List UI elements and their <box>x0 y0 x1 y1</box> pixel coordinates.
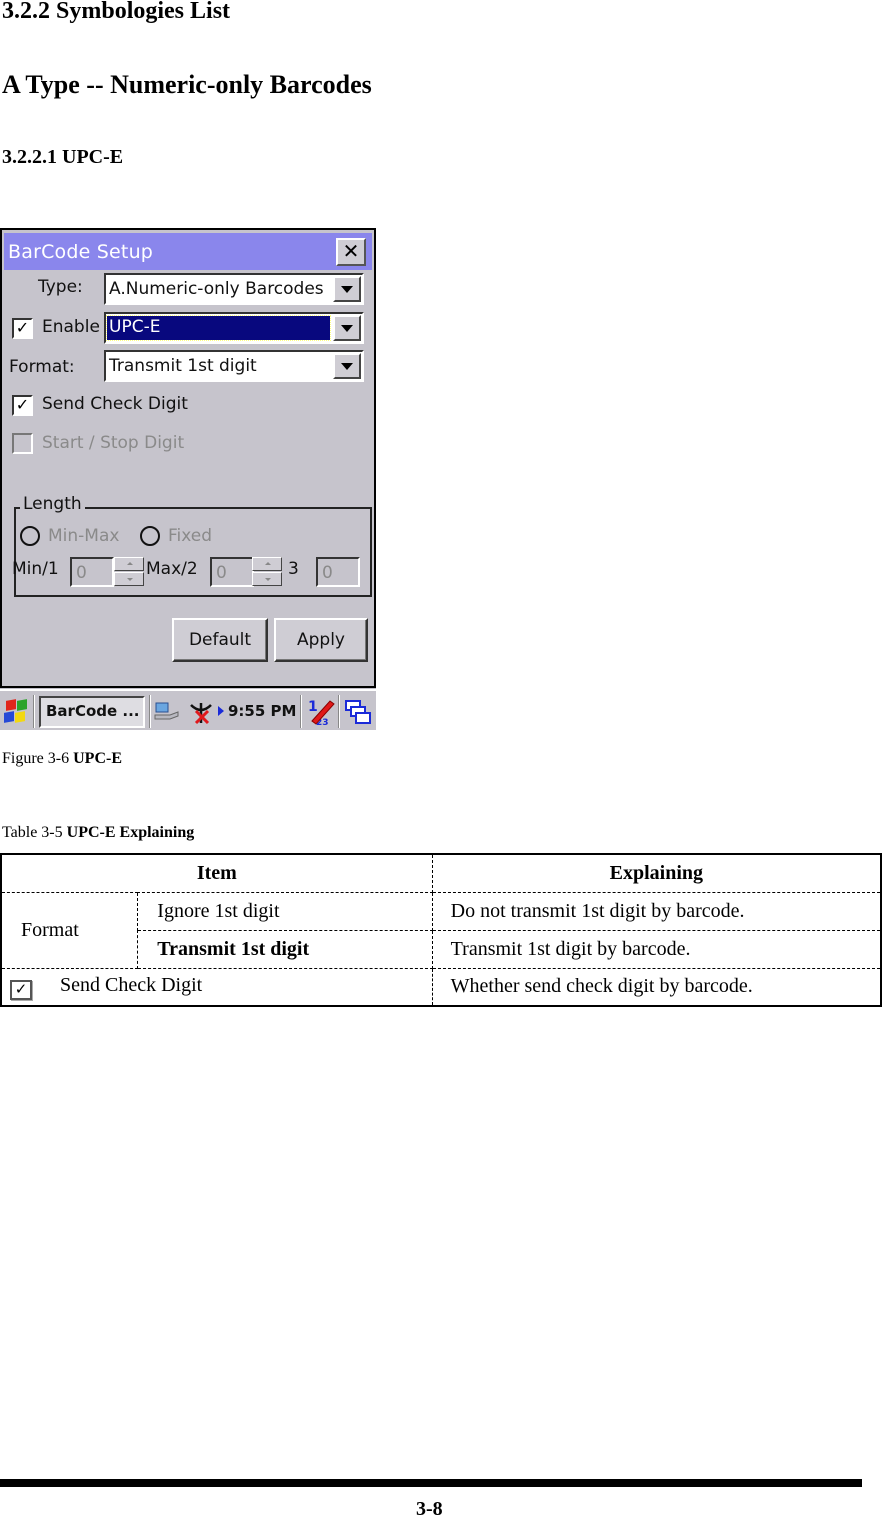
send-check-digit-label: Send Check Digit <box>42 394 188 414</box>
type-label: Type: <box>38 277 83 297</box>
third-input[interactable]: 0 <box>316 557 360 587</box>
chevron-down-icon[interactable] <box>333 353 361 379</box>
min-max-radio[interactable] <box>20 526 40 546</box>
checkbox-icon: ✓ <box>10 979 32 1000</box>
min-spinner[interactable] <box>114 557 144 587</box>
header-explaining: Explaining <box>431 853 882 893</box>
figure-caption-title: UPC-E <box>73 750 122 767</box>
taskbar-separator <box>33 695 35 728</box>
fixed-label: Fixed <box>168 526 213 546</box>
format-dropdown[interactable]: Transmit 1st digit <box>104 350 364 382</box>
table-caption-title: UPC-E Explaining <box>66 824 195 841</box>
spin-up-icon[interactable] <box>114 557 144 571</box>
min-input[interactable]: 0 <box>70 557 114 587</box>
default-button[interactable]: Default <box>172 618 268 662</box>
explaining-cell: Do not transmit 1st digit by barcode. <box>431 891 882 931</box>
option-cell: Ignore 1st digit <box>137 891 433 931</box>
table-caption-prefix: Table 3-5 <box>2 824 67 841</box>
min-label: Min/1 <box>12 559 59 579</box>
figure-caption-prefix: Figure 3-6 <box>2 750 74 767</box>
start-stop-digit-label: Start / Stop Digit <box>42 433 185 453</box>
explaining-table: Item Explaining Format Ignore 1st digit … <box>0 853 882 1007</box>
title-bar: BarCode Setup ✕ <box>4 233 372 270</box>
chevron-down-icon[interactable] <box>333 315 361 341</box>
table-caption: Table 3-5 UPC-E Explaining <box>2 824 194 842</box>
figure-caption: Figure 3-6 UPC-E <box>2 750 122 768</box>
network-icon[interactable] <box>154 701 180 721</box>
section-heading: 3.2.2 Symbologies List <box>2 0 231 24</box>
min-max-label: Min-Max <box>48 526 120 546</box>
explaining-cell: Whether send check digit by barcode. <box>431 967 882 1007</box>
check-icon: ✓ <box>15 395 30 414</box>
type-heading: A Type -- Numeric-only Barcodes <box>2 70 372 99</box>
format-value: Transmit 1st digit <box>109 356 257 376</box>
start-stop-digit-checkbox[interactable] <box>12 433 33 454</box>
window-switcher-icon[interactable] <box>344 699 372 725</box>
barcode-setup-screenshot: BarCode Setup ✕ Type: A.Numeric-only Bar… <box>0 228 376 730</box>
min-value: 0 <box>76 563 87 583</box>
signal-antenna-icon[interactable] <box>188 699 214 725</box>
taskbar-separator <box>149 695 151 728</box>
max-input[interactable]: 0 <box>210 557 254 587</box>
spin-up-icon[interactable] <box>252 557 282 571</box>
taskbar-app-button[interactable]: BarCode ... <box>39 696 145 728</box>
window-title: BarCode Setup <box>8 241 154 263</box>
spin-down-icon[interactable] <box>114 572 144 586</box>
symbology-value: UPC-E <box>109 317 161 337</box>
apply-button[interactable]: Apply <box>274 618 368 662</box>
taskbar-separator <box>300 695 302 728</box>
clock[interactable]: 9:55 PM <box>228 702 296 720</box>
subsection-heading: 3.2.2.1 UPC-E <box>2 146 124 168</box>
third-value: 0 <box>322 563 333 583</box>
table-header-row: Item Explaining <box>0 853 882 893</box>
page-number: 3-8 <box>416 1498 443 1520</box>
enable-checkbox[interactable]: ✓ <box>12 318 33 339</box>
max-value: 0 <box>216 563 227 583</box>
taskbar: BarCode ... 9:55 PM 1 23 <box>0 689 376 730</box>
chevron-down-icon[interactable] <box>333 276 361 302</box>
close-icon: ✕ <box>342 239 360 263</box>
max-label: Max/2 <box>146 559 198 579</box>
fixed-radio[interactable] <box>140 526 160 546</box>
taskbar-separator <box>338 695 340 728</box>
barcode-setup-window: BarCode Setup ✕ Type: A.Numeric-only Bar… <box>0 228 376 688</box>
table-row: ✓ Send Check Digit Whether send check dig… <box>0 967 882 1007</box>
length-group: Length Min-Max Fixed Min/1 0 Max/2 0 3 0 <box>12 494 372 597</box>
option-cell: Transmit 1st digit <box>137 929 433 969</box>
table-row: Format Ignore 1st digit Do not transmit … <box>0 891 882 969</box>
enable-label: Enable <box>42 317 100 337</box>
format-label: Format: <box>9 357 75 377</box>
item-label: Send Check Digit <box>60 973 203 996</box>
max-spinner[interactable] <box>252 557 282 587</box>
tray-expand-arrow-icon[interactable] <box>218 706 224 716</box>
close-button[interactable]: ✕ <box>336 238 366 266</box>
send-check-digit-checkbox[interactable]: ✓ <box>12 395 33 416</box>
start-windows-icon[interactable] <box>4 699 28 724</box>
format-group-cell: Format <box>0 891 139 969</box>
explaining-cell: Transmit 1st digit by barcode. <box>431 929 882 969</box>
footer-rule <box>0 1479 862 1487</box>
header-item: Item <box>0 853 433 893</box>
third-label: 3 <box>288 559 299 579</box>
length-legend: Length <box>20 494 85 514</box>
type-dropdown[interactable]: A.Numeric-only Barcodes <box>104 273 364 305</box>
item-cell: ✓ Send Check Digit <box>0 967 433 1007</box>
type-value: A.Numeric-only Barcodes <box>109 279 324 299</box>
spin-down-icon[interactable] <box>252 572 282 586</box>
ime-digit-top: 1 <box>308 699 318 715</box>
check-icon: ✓ <box>15 318 30 337</box>
symbology-dropdown[interactable]: UPC-E <box>104 312 364 344</box>
input-panel-pen-icon[interactable]: 1 23 <box>306 697 336 727</box>
